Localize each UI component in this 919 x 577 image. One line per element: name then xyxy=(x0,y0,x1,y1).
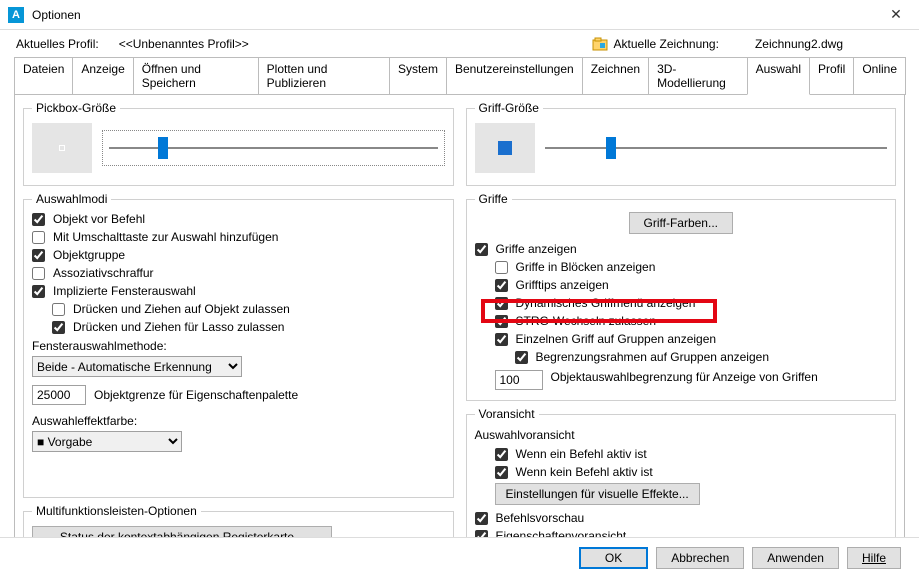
help-button[interactable]: Hilfe xyxy=(847,547,901,569)
griff-limit-input[interactable] xyxy=(495,370,543,390)
cancel-button[interactable]: Abbrechen xyxy=(656,547,744,569)
close-button[interactable]: ✕ xyxy=(873,0,919,30)
chk-wenn-aktiv[interactable] xyxy=(495,448,508,461)
current-profile-value: <<Unbenanntes Profil>> xyxy=(119,37,249,51)
chk-begrenzrahmen-label: Begrenzungsrahmen auf Gruppen anzeigen xyxy=(536,350,770,364)
chk-umschalttaste[interactable] xyxy=(32,231,45,244)
chk-befehlsvorschau-label: Befehlsvorschau xyxy=(496,511,585,525)
title-bar: A Optionen ✕ xyxy=(0,0,919,30)
tab-dateien[interactable]: Dateien xyxy=(14,57,73,95)
header-row: Aktuelles Profil: <<Unbenanntes Profil>>… xyxy=(0,30,919,56)
chk-griffe-anzeigen[interactable] xyxy=(475,243,488,256)
visuelle-effekte-btn[interactable]: Einstellungen für visuelle Effekte... xyxy=(495,483,700,505)
chk-objekt-vor-befehl-label: Objekt vor Befehl xyxy=(53,212,145,226)
pickbox-legend: Pickbox-Größe xyxy=(32,101,120,115)
tab-benutzer[interactable]: Benutzereinstellungen xyxy=(446,57,583,95)
griff-slider[interactable] xyxy=(545,130,888,166)
tab-content: Pickbox-Größe Auswahlmodi Objekt vor Bef… xyxy=(14,94,905,570)
tab-oeffnen-speichern[interactable]: Öffnen und Speichern xyxy=(133,57,259,95)
multifunktionsleisten-legend: Multifunktionsleisten-Optionen xyxy=(32,504,201,518)
right-column: Griff-Größe Griffe Griff-Farben... Griff… xyxy=(466,101,897,561)
tab-anzeige[interactable]: Anzeige xyxy=(72,57,133,95)
tabs: Dateien Anzeige Öffnen und Speichern Plo… xyxy=(0,56,919,94)
chk-implizierte-label: Implizierte Fensterauswahl xyxy=(53,284,196,298)
griffe-group: Griffe Griff-Farben... Griffe anzeigen G… xyxy=(466,192,897,401)
chk-befehlsvorschau[interactable] xyxy=(475,512,488,525)
chk-strg-wechseln[interactable] xyxy=(495,315,508,328)
griff-farben-btn[interactable]: Griff-Farben... xyxy=(629,212,733,234)
objektgrenze-label: Objektgrenze für Eigenschaftenpalette xyxy=(94,388,298,402)
ok-button[interactable]: OK xyxy=(579,547,648,569)
chk-wenn-kein[interactable] xyxy=(495,466,508,479)
tab-auswahl[interactable]: Auswahl xyxy=(747,57,810,95)
griffe-legend: Griffe xyxy=(475,192,512,206)
drawing-icon xyxy=(592,36,614,52)
objektgrenze-input[interactable] xyxy=(32,385,86,405)
chk-dyn-griffmenue[interactable] xyxy=(495,297,508,310)
chk-umschalttaste-label: Mit Umschalttaste zur Auswahl hinzufügen xyxy=(53,230,278,244)
fenstermethode-label: Fensterauswahlmethode: xyxy=(32,336,445,356)
auswahlvoransicht-label: Auswahlvoransicht xyxy=(475,425,888,445)
chk-druecken-objekt[interactable] xyxy=(52,303,65,316)
dialog-footer: OK Abbrechen Anwenden Hilfe xyxy=(0,537,919,577)
chk-druecken-objekt-label: Drücken und Ziehen auf Objekt zulassen xyxy=(73,302,290,316)
griff-limit-label: Objektauswahlbegrenzung für Anzeige von … xyxy=(551,370,818,384)
window-title: Optionen xyxy=(32,8,873,22)
chk-griffe-bloecke[interactable] xyxy=(495,261,508,274)
chk-objektgruppe[interactable] xyxy=(32,249,45,262)
tab-online[interactable]: Online xyxy=(853,57,906,95)
griffgroesse-group: Griff-Größe xyxy=(466,101,897,186)
chk-druecken-lasso-label: Drücken und Ziehen für Lasso zulassen xyxy=(73,320,284,334)
pickbox-slider[interactable] xyxy=(102,130,445,166)
apply-button[interactable]: Anwenden xyxy=(752,547,839,569)
chk-begrenzrahmen[interactable] xyxy=(515,351,528,364)
tab-zeichnen[interactable]: Zeichnen xyxy=(582,57,649,95)
chk-grifftips-label: Grifftips anzeigen xyxy=(516,278,609,292)
effektfarbe-label: Auswahleffektfarbe: xyxy=(32,411,445,431)
griff-preview xyxy=(475,123,535,173)
tab-profil[interactable]: Profil xyxy=(809,57,854,95)
tab-system[interactable]: System xyxy=(389,57,447,95)
chk-implizierte[interactable] xyxy=(32,285,45,298)
auswahlmodi-group: Auswahlmodi Objekt vor Befehl Mit Umscha… xyxy=(23,192,454,498)
chk-dyn-griffmenue-label: Dynamisches Griffmenü anzeigen xyxy=(516,296,696,310)
chk-wenn-kein-label: Wenn kein Befehl aktiv ist xyxy=(516,465,653,479)
current-profile-label: Aktuelles Profil: xyxy=(16,37,99,51)
chk-strg-wechseln-label: STRG-Wechseln zulassen xyxy=(516,314,657,328)
effektfarbe-select[interactable]: ■ Vorgabe xyxy=(32,431,182,452)
chk-objektgruppe-label: Objektgruppe xyxy=(53,248,125,262)
chk-druecken-lasso[interactable] xyxy=(52,321,65,334)
current-drawing-value: Zeichnung2.dwg xyxy=(755,37,843,51)
pickbox-preview xyxy=(32,123,92,173)
chk-griffe-bloecke-label: Griffe in Blöcken anzeigen xyxy=(516,260,656,274)
current-drawing-label: Aktuelle Zeichnung: xyxy=(614,37,719,51)
pickbox-group: Pickbox-Größe xyxy=(23,101,454,186)
fenstermethode-select[interactable]: Beide - Automatische Erkennung xyxy=(32,356,242,377)
app-icon: A xyxy=(8,7,24,23)
tab-plotten[interactable]: Plotten und Publizieren xyxy=(258,57,390,95)
auswahlmodi-legend: Auswahlmodi xyxy=(32,192,111,206)
chk-grifftips[interactable] xyxy=(495,279,508,292)
griffgroesse-legend: Griff-Größe xyxy=(475,101,543,115)
chk-wenn-aktiv-label: Wenn ein Befehl aktiv ist xyxy=(516,447,647,461)
left-column: Pickbox-Größe Auswahlmodi Objekt vor Bef… xyxy=(23,101,454,561)
tab-3d[interactable]: 3D-Modellierung xyxy=(648,57,748,95)
chk-assoz-label: Assoziativschraffur xyxy=(53,266,153,280)
voransicht-legend: Voransicht xyxy=(475,407,539,421)
chk-assoz[interactable] xyxy=(32,267,45,280)
chk-einzelgriff[interactable] xyxy=(495,333,508,346)
chk-griffe-anzeigen-label: Griffe anzeigen xyxy=(496,242,577,256)
chk-einzelgriff-label: Einzelnen Griff auf Gruppen anzeigen xyxy=(516,332,717,346)
chk-objekt-vor-befehl[interactable] xyxy=(32,213,45,226)
